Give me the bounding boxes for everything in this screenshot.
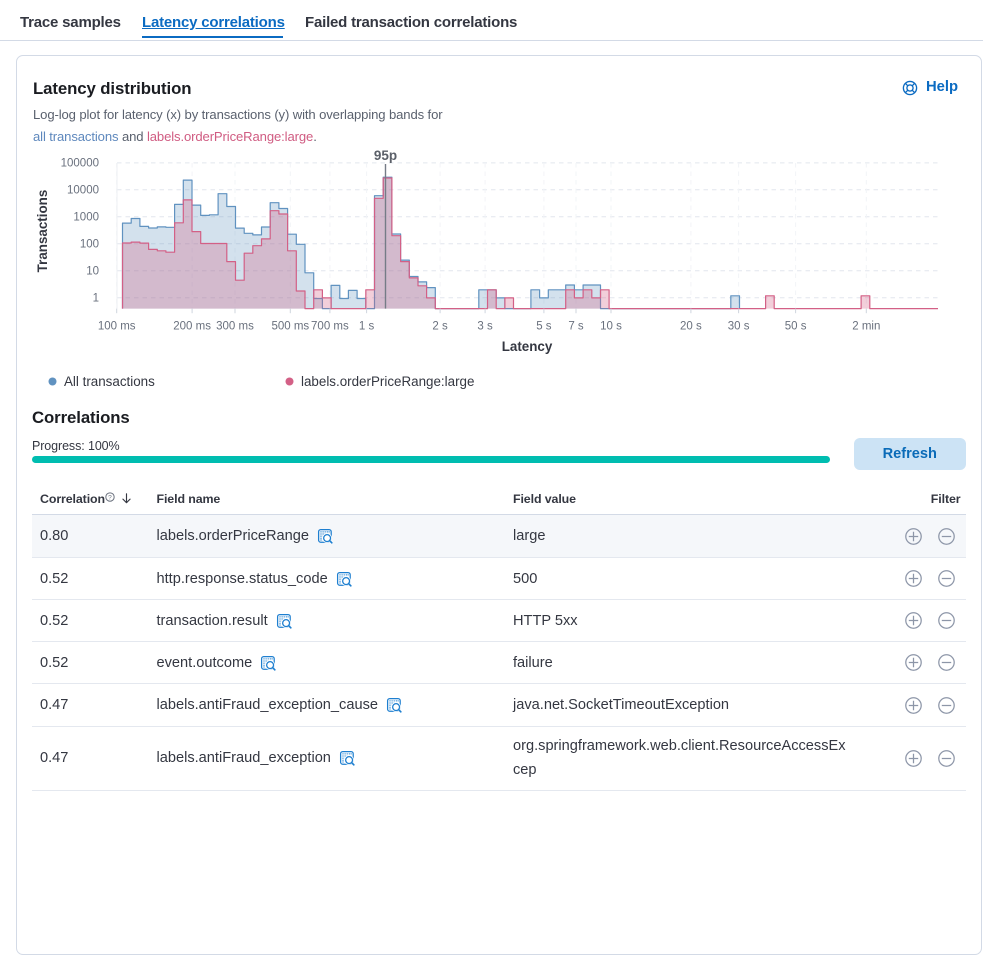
svg-text:30 s: 30 s <box>728 321 750 333</box>
svg-text:500 ms: 500 ms <box>271 321 309 333</box>
svg-text:5 s: 5 s <box>536 321 552 333</box>
svg-text:Latency: Latency <box>502 339 553 354</box>
svg-text:1 s: 1 s <box>359 321 375 333</box>
svg-text:300 ms: 300 ms <box>216 321 254 333</box>
svg-text:1: 1 <box>93 293 99 305</box>
svg-text:20 s: 20 s <box>680 321 702 333</box>
svg-text:700 ms: 700 ms <box>311 321 349 333</box>
svg-text:10000: 10000 <box>67 185 99 197</box>
svg-text:10 s: 10 s <box>600 321 622 333</box>
svg-text:100: 100 <box>80 239 99 251</box>
svg-text:95p: 95p <box>374 148 397 163</box>
svg-text:50 s: 50 s <box>785 321 807 333</box>
svg-text:labels.orderPriceRange:large: labels.orderPriceRange:large <box>301 374 474 389</box>
svg-text:200 ms: 200 ms <box>173 321 211 333</box>
svg-text:2 min: 2 min <box>852 321 880 333</box>
svg-text:10: 10 <box>86 266 99 278</box>
svg-text:7 s: 7 s <box>568 321 584 333</box>
svg-text:3 s: 3 s <box>477 321 493 333</box>
svg-text:2 s: 2 s <box>432 321 448 333</box>
svg-text:100000: 100000 <box>61 158 99 170</box>
svg-text:Transactions: Transactions <box>35 190 50 273</box>
svg-text:1000: 1000 <box>73 212 99 224</box>
svg-text:100 ms: 100 ms <box>98 321 136 333</box>
svg-text:All transactions: All transactions <box>64 374 155 389</box>
svg-text:?: ? <box>108 494 112 501</box>
